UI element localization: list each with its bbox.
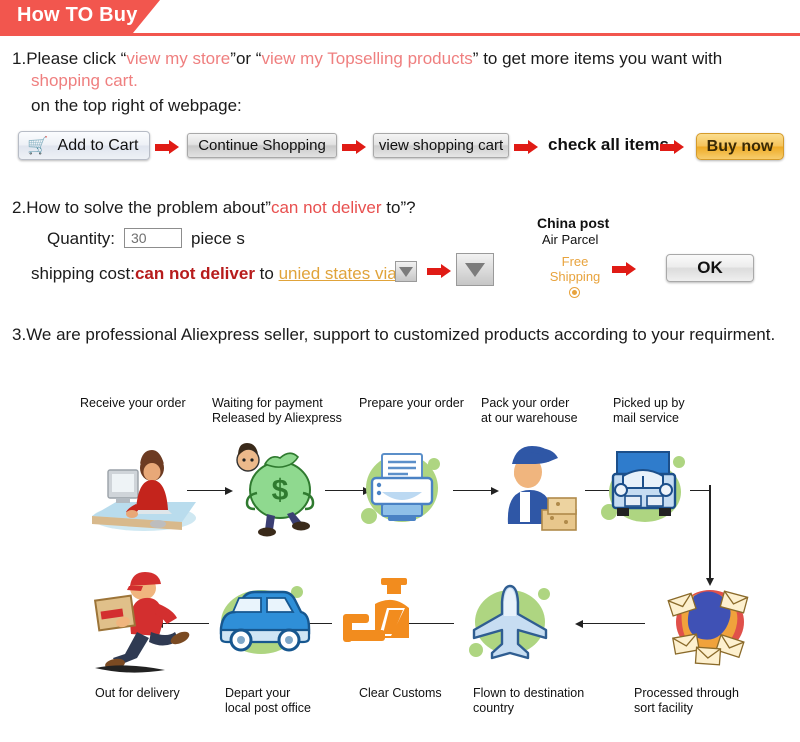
fulfillment-flow-diagram: Receive your order Waiting for payment R…: [0, 378, 800, 718]
step1-text-a: Please click: [26, 49, 121, 68]
shipping-method-dropdown-button[interactable]: [456, 253, 494, 286]
step2-text-a: How to solve the problem about: [26, 198, 266, 217]
airplane-icon: [460, 574, 560, 670]
arrow-2-icon: [342, 140, 366, 154]
step2-warning: can not deliver: [270, 198, 382, 217]
customs-officer-icon: [335, 574, 425, 664]
shopping-cart-icon: 🛒: [27, 136, 49, 155]
step1-text-c: to get more items you want with: [478, 49, 723, 68]
step1-number: 1.: [12, 49, 27, 68]
arrow-4-icon: [660, 140, 684, 154]
chevron-down-icon: [399, 266, 413, 277]
flow-label-picked-up: Picked up by mail service: [613, 396, 685, 425]
page-title: How TO Buy: [17, 4, 138, 26]
worker-packing-boxes-icon: [480, 438, 590, 538]
flow-label-out-for-delivery: Out for delivery: [95, 686, 180, 700]
view-shopping-cart-label: view shopping cart: [378, 137, 504, 154]
buy-now-button[interactable]: Buy now: [696, 133, 784, 160]
running-courier-icon: [85, 570, 195, 674]
chevron-down-icon: [465, 262, 485, 277]
flow-label-prepare-order: Prepare your order: [359, 396, 464, 410]
printer-icon: [352, 442, 452, 538]
flow-label-sort-facility: Processed through sort facility: [634, 686, 739, 715]
arrow-3-icon: [514, 140, 538, 154]
step2-line1: 2.How to solve the problem about”can not…: [12, 197, 416, 218]
quantity-label: Quantity:: [47, 229, 116, 248]
piece-label: piece s: [191, 229, 245, 248]
carrier-service: Air Parcel: [542, 232, 599, 247]
flow-label-waiting-payment: Waiting for payment Released by Aliexpre…: [212, 396, 342, 425]
country-select-value[interactable]: unied states via: [279, 264, 397, 283]
buy-now-label: Buy now: [706, 137, 774, 155]
flow-label-clear-customs: Clear Customs: [359, 686, 442, 700]
continue-shopping-button[interactable]: Continue Shopping: [187, 133, 337, 158]
carrier-name: China post: [537, 215, 610, 231]
free-shipping-line2: Shipping: [549, 269, 601, 284]
shipping-warning: can not deliver: [134, 264, 255, 283]
radio-selected-icon[interactable]: [569, 287, 580, 298]
ok-label: OK: [697, 258, 723, 277]
header-divider: [0, 33, 800, 36]
step2-number: 2.: [12, 198, 27, 217]
step1-shopping-cart-link[interactable]: shopping cart.: [31, 70, 138, 91]
money-bag-icon: $: [225, 438, 325, 538]
check-all-items-label[interactable]: check all items: [548, 135, 669, 155]
view-shopping-cart-button[interactable]: view shopping cart: [373, 133, 509, 158]
flow-label-depart-post-office: Depart your local post office: [225, 686, 311, 715]
step1-line3: on the top right of webpage:: [31, 96, 242, 115]
svg-text:$: $: [272, 474, 289, 507]
step1-line1: 1.Please click “view my store”or “view m…: [12, 48, 722, 69]
link-view-my-store[interactable]: view my store: [126, 49, 230, 68]
arrow-1-icon: [155, 140, 179, 154]
continue-shopping-label: Continue Shopping: [198, 137, 326, 154]
link-view-topselling-products[interactable]: view my Topselling products: [261, 49, 472, 68]
flow-connector-right: [690, 485, 710, 496]
add-to-cart-button[interactable]: 🛒 Add to Cart: [18, 131, 150, 160]
free-shipping-label: Free Shipping: [549, 254, 601, 284]
arrow-6-icon: [612, 262, 636, 276]
delivery-van-icon: [205, 574, 315, 670]
step2-text-b: to: [381, 198, 401, 217]
step1-text-b: or: [235, 49, 256, 68]
mail-truck-icon: [595, 440, 695, 536]
mail-sorting-icon: [660, 574, 760, 670]
flow-label-flown-destination: Flown to destination country: [473, 686, 585, 715]
flow-label-receive-order: Receive your order: [80, 396, 186, 410]
flow-label-pack-order: Pack your order at our warehouse: [481, 396, 578, 425]
arrow-5-icon: [427, 264, 451, 278]
shipping-cost-line: shipping cost:can not deliver to unied s…: [31, 263, 397, 284]
free-shipping-line1: Free: [561, 254, 589, 269]
add-to-cart-label: Add to Cart: [57, 136, 139, 154]
flow-arrow-5-icon: [575, 618, 645, 629]
ok-button[interactable]: OK: [666, 254, 754, 282]
shipping-to-text: to: [254, 264, 279, 283]
country-dropdown-button[interactable]: [395, 261, 417, 282]
step3-number: 3.: [12, 325, 27, 344]
step3-text: We are professional Aliexpress seller, s…: [26, 325, 776, 344]
step3-line: 3.We are professional Aliexpress seller,…: [12, 324, 775, 345]
page-header: How TO Buy: [0, 0, 800, 36]
step2-quote-close: ”?: [400, 198, 416, 217]
quantity-input[interactable]: [124, 228, 182, 248]
shipping-cost-label: shipping cost:: [31, 264, 135, 283]
